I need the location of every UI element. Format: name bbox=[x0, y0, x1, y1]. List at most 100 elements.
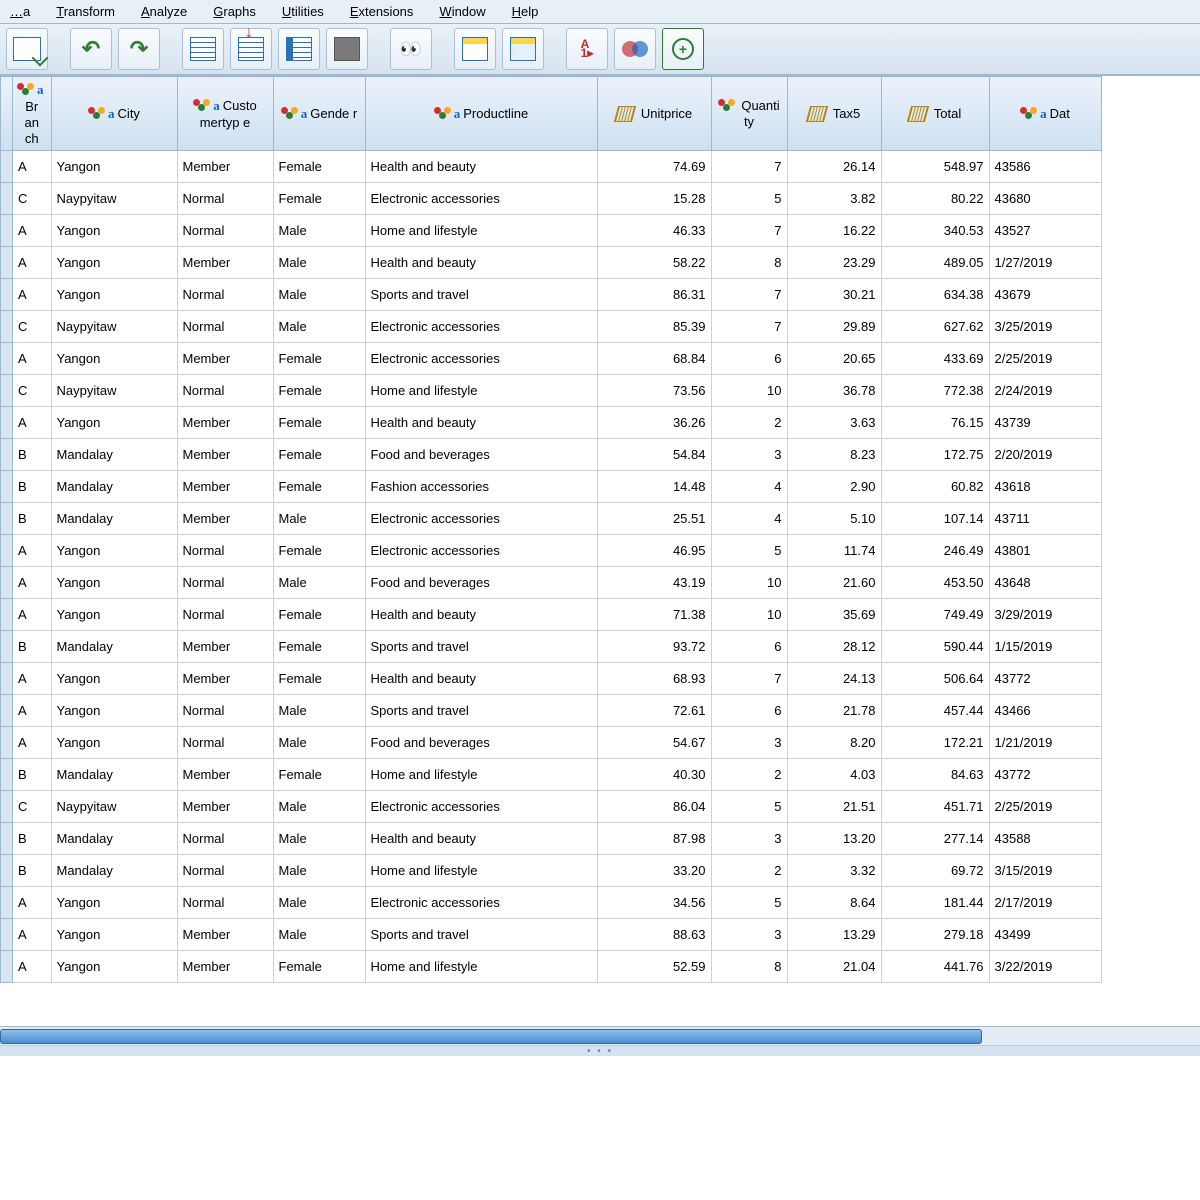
column-header-gender[interactable]: a Gende r bbox=[273, 77, 365, 151]
cell-branch[interactable]: A bbox=[13, 726, 52, 758]
cell-total[interactable]: 590.44 bbox=[881, 630, 989, 662]
cell-city[interactable]: Naypyitaw bbox=[51, 310, 177, 342]
table-row[interactable]: CNaypyitawMemberMaleElectronic accessori… bbox=[1, 790, 1102, 822]
table-row[interactable]: AYangonNormalMaleSports and travel72.616… bbox=[1, 694, 1102, 726]
cell-productline[interactable]: Health and beauty bbox=[365, 822, 597, 854]
cell-quantity[interactable]: 3 bbox=[711, 438, 787, 470]
cell-city[interactable]: Yangon bbox=[51, 662, 177, 694]
cell-productline[interactable]: Food and beverages bbox=[365, 438, 597, 470]
cell-customertype[interactable]: Normal bbox=[177, 854, 273, 886]
cell-productline[interactable]: Home and lifestyle bbox=[365, 214, 597, 246]
cell-tax5[interactable]: 23.29 bbox=[787, 246, 881, 278]
cell-date[interactable]: 43772 bbox=[989, 662, 1101, 694]
cell-city[interactable]: Mandalay bbox=[51, 470, 177, 502]
cell-unitprice[interactable]: 54.67 bbox=[597, 726, 711, 758]
cell-tax5[interactable]: 3.82 bbox=[787, 182, 881, 214]
cell-gender[interactable]: Male bbox=[273, 694, 365, 726]
table-row[interactable]: BMandalayNormalMaleHome and lifestyle33.… bbox=[1, 854, 1102, 886]
cell-date[interactable]: 43680 bbox=[989, 182, 1101, 214]
row-number-cell[interactable] bbox=[1, 662, 13, 694]
cell-city[interactable]: Yangon bbox=[51, 150, 177, 182]
cell-unitprice[interactable]: 88.63 bbox=[597, 918, 711, 950]
cell-gender[interactable]: Male bbox=[273, 854, 365, 886]
cell-quantity[interactable]: 6 bbox=[711, 630, 787, 662]
cell-unitprice[interactable]: 74.69 bbox=[597, 150, 711, 182]
insert-variable-button[interactable] bbox=[278, 28, 320, 70]
cell-branch[interactable]: A bbox=[13, 598, 52, 630]
cell-city[interactable]: Mandalay bbox=[51, 854, 177, 886]
cell-customertype[interactable]: Normal bbox=[177, 726, 273, 758]
cell-quantity[interactable]: 3 bbox=[711, 726, 787, 758]
cell-quantity[interactable]: 4 bbox=[711, 470, 787, 502]
cell-branch[interactable]: C bbox=[13, 790, 52, 822]
cell-unitprice[interactable]: 87.98 bbox=[597, 822, 711, 854]
insert-case-button[interactable] bbox=[230, 28, 272, 70]
cell-unitprice[interactable]: 46.33 bbox=[597, 214, 711, 246]
cell-total[interactable]: 181.44 bbox=[881, 886, 989, 918]
column-header-branch[interactable]: a Br an ch bbox=[13, 77, 52, 151]
cell-productline[interactable]: Electronic accessories bbox=[365, 182, 597, 214]
cell-date[interactable]: 1/15/2019 bbox=[989, 630, 1101, 662]
cell-branch[interactable]: A bbox=[13, 662, 52, 694]
cell-date[interactable]: 43499 bbox=[989, 918, 1101, 950]
cell-total[interactable]: 634.38 bbox=[881, 278, 989, 310]
table-row[interactable]: AYangonMemberFemaleHome and lifestyle52.… bbox=[1, 950, 1102, 982]
cell-total[interactable]: 749.49 bbox=[881, 598, 989, 630]
cell-total[interactable]: 84.63 bbox=[881, 758, 989, 790]
cell-branch[interactable]: A bbox=[13, 342, 52, 374]
cell-branch[interactable]: C bbox=[13, 310, 52, 342]
row-number-cell[interactable] bbox=[1, 630, 13, 662]
cell-date[interactable]: 43648 bbox=[989, 566, 1101, 598]
cell-productline[interactable]: Home and lifestyle bbox=[365, 758, 597, 790]
cell-date[interactable]: 2/20/2019 bbox=[989, 438, 1101, 470]
cell-unitprice[interactable]: 58.22 bbox=[597, 246, 711, 278]
cell-tax5[interactable]: 8.64 bbox=[787, 886, 881, 918]
cell-gender[interactable]: Female bbox=[273, 662, 365, 694]
cell-productline[interactable]: Food and beverages bbox=[365, 566, 597, 598]
cell-gender[interactable]: Female bbox=[273, 534, 365, 566]
cell-unitprice[interactable]: 72.61 bbox=[597, 694, 711, 726]
cell-branch[interactable]: A bbox=[13, 534, 52, 566]
cell-productline[interactable]: Health and beauty bbox=[365, 598, 597, 630]
cell-customertype[interactable]: Member bbox=[177, 950, 273, 982]
table-row[interactable]: BMandalayMemberMaleElectronic accessorie… bbox=[1, 502, 1102, 534]
cell-total[interactable]: 548.97 bbox=[881, 150, 989, 182]
cell-productline[interactable]: Electronic accessories bbox=[365, 790, 597, 822]
cell-total[interactable]: 172.75 bbox=[881, 438, 989, 470]
cell-unitprice[interactable]: 93.72 bbox=[597, 630, 711, 662]
cell-customertype[interactable]: Member bbox=[177, 502, 273, 534]
column-header-unitprice[interactable]: Unitprice bbox=[597, 77, 711, 151]
cell-date[interactable]: 3/25/2019 bbox=[989, 310, 1101, 342]
cell-total[interactable]: 277.14 bbox=[881, 822, 989, 854]
cell-branch[interactable]: A bbox=[13, 214, 52, 246]
cell-total[interactable]: 453.50 bbox=[881, 566, 989, 598]
cell-branch[interactable]: A bbox=[13, 566, 52, 598]
row-number-cell[interactable] bbox=[1, 150, 13, 182]
cell-quantity[interactable]: 7 bbox=[711, 662, 787, 694]
cell-total[interactable]: 107.14 bbox=[881, 502, 989, 534]
cell-branch[interactable]: C bbox=[13, 374, 52, 406]
column-header-city[interactable]: a City bbox=[51, 77, 177, 151]
cell-total[interactable]: 457.44 bbox=[881, 694, 989, 726]
cell-customertype[interactable]: Normal bbox=[177, 182, 273, 214]
weight-cases-button[interactable] bbox=[502, 28, 544, 70]
cell-unitprice[interactable]: 34.56 bbox=[597, 886, 711, 918]
cell-date[interactable]: 2/24/2019 bbox=[989, 374, 1101, 406]
cell-productline[interactable]: Home and lifestyle bbox=[365, 374, 597, 406]
cell-city[interactable]: Yangon bbox=[51, 694, 177, 726]
cell-customertype[interactable]: Normal bbox=[177, 694, 273, 726]
cell-total[interactable]: 60.82 bbox=[881, 470, 989, 502]
cell-quantity[interactable]: 5 bbox=[711, 182, 787, 214]
cell-total[interactable]: 441.76 bbox=[881, 950, 989, 982]
cell-productline[interactable]: Electronic accessories bbox=[365, 342, 597, 374]
cell-branch[interactable]: A bbox=[13, 918, 52, 950]
cell-quantity[interactable]: 7 bbox=[711, 150, 787, 182]
cell-date[interactable]: 3/29/2019 bbox=[989, 598, 1101, 630]
table-row[interactable]: CNaypyitawNormalFemaleHome and lifestyle… bbox=[1, 374, 1102, 406]
column-header-customertype[interactable]: a Custo mertyp e bbox=[177, 77, 273, 151]
cell-productline[interactable]: Fashion accessories bbox=[365, 470, 597, 502]
cell-branch[interactable]: A bbox=[13, 150, 52, 182]
cell-date[interactable]: 43739 bbox=[989, 406, 1101, 438]
cell-quantity[interactable]: 10 bbox=[711, 374, 787, 406]
cell-gender[interactable]: Female bbox=[273, 182, 365, 214]
